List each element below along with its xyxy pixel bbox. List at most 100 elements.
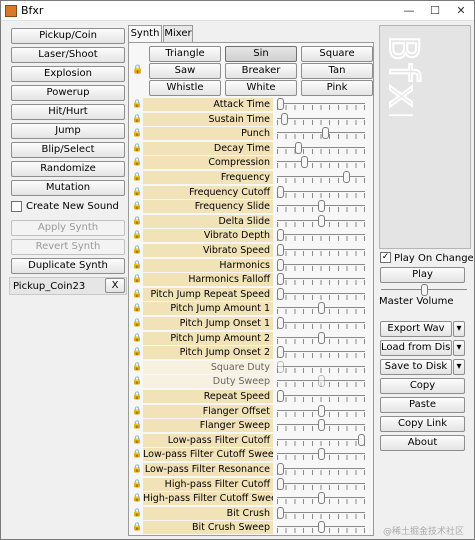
minimize-button[interactable]: — xyxy=(396,1,422,20)
laser-shoot-button[interactable]: Laser/Shoot xyxy=(11,47,125,63)
export-wav-button[interactable]: Export Wav xyxy=(380,321,452,337)
lock-icon[interactable]: 🔒 xyxy=(132,274,142,283)
param-slider-thumb[interactable] xyxy=(277,244,284,256)
param-slider-track[interactable] xyxy=(277,234,365,236)
param-slider-track[interactable] xyxy=(277,351,365,353)
lock-icon[interactable]: 🔒 xyxy=(132,245,142,254)
export-wav-arrow-icon[interactable]: ▾ xyxy=(453,321,465,337)
lock-icon[interactable]: 🔒 xyxy=(132,420,142,429)
param-slider-track[interactable] xyxy=(277,146,365,148)
param-slider-track[interactable] xyxy=(277,176,365,177)
param-slider-thumb[interactable] xyxy=(343,171,351,183)
play-button[interactable]: Play xyxy=(380,267,465,283)
lock-icon[interactable]: 🔒 xyxy=(132,464,142,473)
param-slider-thumb[interactable] xyxy=(277,346,284,359)
param-slider-thumb[interactable] xyxy=(301,156,309,169)
param-slider-thumb[interactable] xyxy=(277,258,284,271)
waveform-tan-button[interactable]: Tan xyxy=(301,63,373,79)
param-slider-track[interactable] xyxy=(277,263,365,265)
param-slider-track[interactable] xyxy=(277,190,365,192)
param-slider-thumb[interactable] xyxy=(317,448,325,461)
param-slider-thumb[interactable] xyxy=(277,229,284,242)
lock-icon[interactable]: 🔒 xyxy=(132,479,142,488)
waveform-saw-button[interactable]: Saw xyxy=(149,63,221,79)
load-from-disk-button[interactable]: Load from Disk xyxy=(380,340,452,356)
load-from-disk-arrow-icon[interactable]: ▾ xyxy=(453,340,465,356)
param-slider-track[interactable] xyxy=(277,482,365,484)
lock-icon[interactable]: 🔒 xyxy=(132,128,142,137)
lock-icon[interactable]: 🔒 xyxy=(132,347,142,356)
param-slider-track[interactable] xyxy=(277,103,365,104)
master-volume-thumb[interactable] xyxy=(421,284,428,296)
revert-synth-button[interactable]: Revert Synth xyxy=(11,239,125,255)
lock-icon[interactable]: 🔒 xyxy=(132,260,142,269)
lock-icon[interactable]: 🔒 xyxy=(132,333,142,342)
duplicate-synth-button[interactable]: Duplicate Synth xyxy=(11,258,125,274)
powerup-button[interactable]: Powerup xyxy=(11,85,125,101)
param-slider-thumb[interactable] xyxy=(277,463,284,475)
lock-icon[interactable]: 🔒 xyxy=(132,406,142,415)
lock-icon[interactable]: 🔒 xyxy=(132,449,142,458)
param-slider-track[interactable] xyxy=(277,511,365,513)
tab-synth[interactable]: Synth xyxy=(128,25,162,43)
about-button[interactable]: About xyxy=(380,435,465,451)
param-slider-track[interactable] xyxy=(277,278,365,280)
param-slider-track[interactable] xyxy=(277,395,365,396)
explosion-button[interactable]: Explosion xyxy=(11,66,125,82)
lock-icon[interactable]: 🔒 xyxy=(132,522,142,531)
waveform-breaker-button[interactable]: Breaker xyxy=(225,63,297,79)
play-on-change-checkbox[interactable]: ✓ xyxy=(380,252,391,263)
lock-icon[interactable]: 🔒 xyxy=(132,362,142,371)
lock-icon[interactable]: 🔒 xyxy=(132,143,142,152)
hit-hurt-button[interactable]: Hit/Hurt xyxy=(11,104,125,120)
save-to-disk-arrow-icon[interactable]: ▾ xyxy=(453,359,465,375)
lock-icon[interactable]: 🔒 xyxy=(132,493,142,502)
lock-icon[interactable]: 🔒 xyxy=(132,216,142,225)
param-slider-thumb[interactable] xyxy=(277,317,284,329)
param-slider-track[interactable] xyxy=(277,161,365,163)
copy-button[interactable]: Copy xyxy=(380,378,465,394)
randomize-button[interactable]: Randomize xyxy=(11,161,125,177)
param-slider-thumb[interactable] xyxy=(277,273,284,286)
param-slider-thumb[interactable] xyxy=(277,477,284,490)
lock-icon[interactable]: 🔒 xyxy=(132,508,142,517)
param-slider-thumb[interactable] xyxy=(277,390,284,402)
param-slider-track[interactable] xyxy=(277,117,365,119)
tab-mixer[interactable]: Mixer xyxy=(163,25,193,42)
waveform-white-button[interactable]: White xyxy=(225,80,297,96)
delete-sound-button[interactable]: X xyxy=(105,278,125,293)
param-slider-thumb[interactable] xyxy=(317,200,325,213)
apply-synth-button[interactable]: Apply Synth xyxy=(11,220,125,236)
waveform-pink-button[interactable]: Pink xyxy=(301,80,373,96)
lock-icon[interactable]: 🔒 xyxy=(132,99,142,108)
param-slider-track[interactable] xyxy=(277,365,365,367)
lock-icon[interactable]: 🔒 xyxy=(132,318,142,327)
lock-icon[interactable]: 🔒 xyxy=(132,114,142,123)
lock-icon[interactable]: 🔒 xyxy=(132,289,142,298)
mutation-button[interactable]: Mutation xyxy=(11,180,125,196)
param-slider-thumb[interactable] xyxy=(321,127,329,140)
lock-icon[interactable]: 🔒 xyxy=(132,391,142,400)
param-slider-thumb[interactable] xyxy=(317,419,325,432)
lock-icon[interactable]: 🔒 xyxy=(132,187,142,196)
export-wav-dropdown[interactable]: Export Wav ▾ xyxy=(380,321,465,337)
param-slider-thumb[interactable] xyxy=(294,141,302,154)
pickup-coin-button[interactable]: Pickup/Coin xyxy=(11,28,125,44)
param-slider-track[interactable] xyxy=(277,322,365,323)
param-slider-track[interactable] xyxy=(277,468,365,469)
param-slider-thumb[interactable] xyxy=(277,360,284,373)
load-from-disk-dropdown[interactable]: Load from Disk ▾ xyxy=(380,340,465,356)
param-slider-track[interactable] xyxy=(277,438,365,440)
maximize-button[interactable]: ☐ xyxy=(422,1,448,20)
waveform-sin-button[interactable]: Sin xyxy=(225,46,297,62)
param-slider-thumb[interactable] xyxy=(317,302,325,315)
lock-icon[interactable]: 🔒 xyxy=(132,376,142,385)
lock-icon[interactable]: 🔒 xyxy=(132,435,142,444)
paste-button[interactable]: Paste xyxy=(380,397,465,413)
waveform-triangle-button[interactable]: Triangle xyxy=(149,46,221,62)
waveform-square-button[interactable]: Square xyxy=(301,46,373,62)
param-slider-track[interactable] xyxy=(277,249,365,250)
param-slider-thumb[interactable] xyxy=(317,331,325,344)
param-slider-track[interactable] xyxy=(277,292,365,294)
blip-select-button[interactable]: Blip/Select xyxy=(11,142,125,158)
